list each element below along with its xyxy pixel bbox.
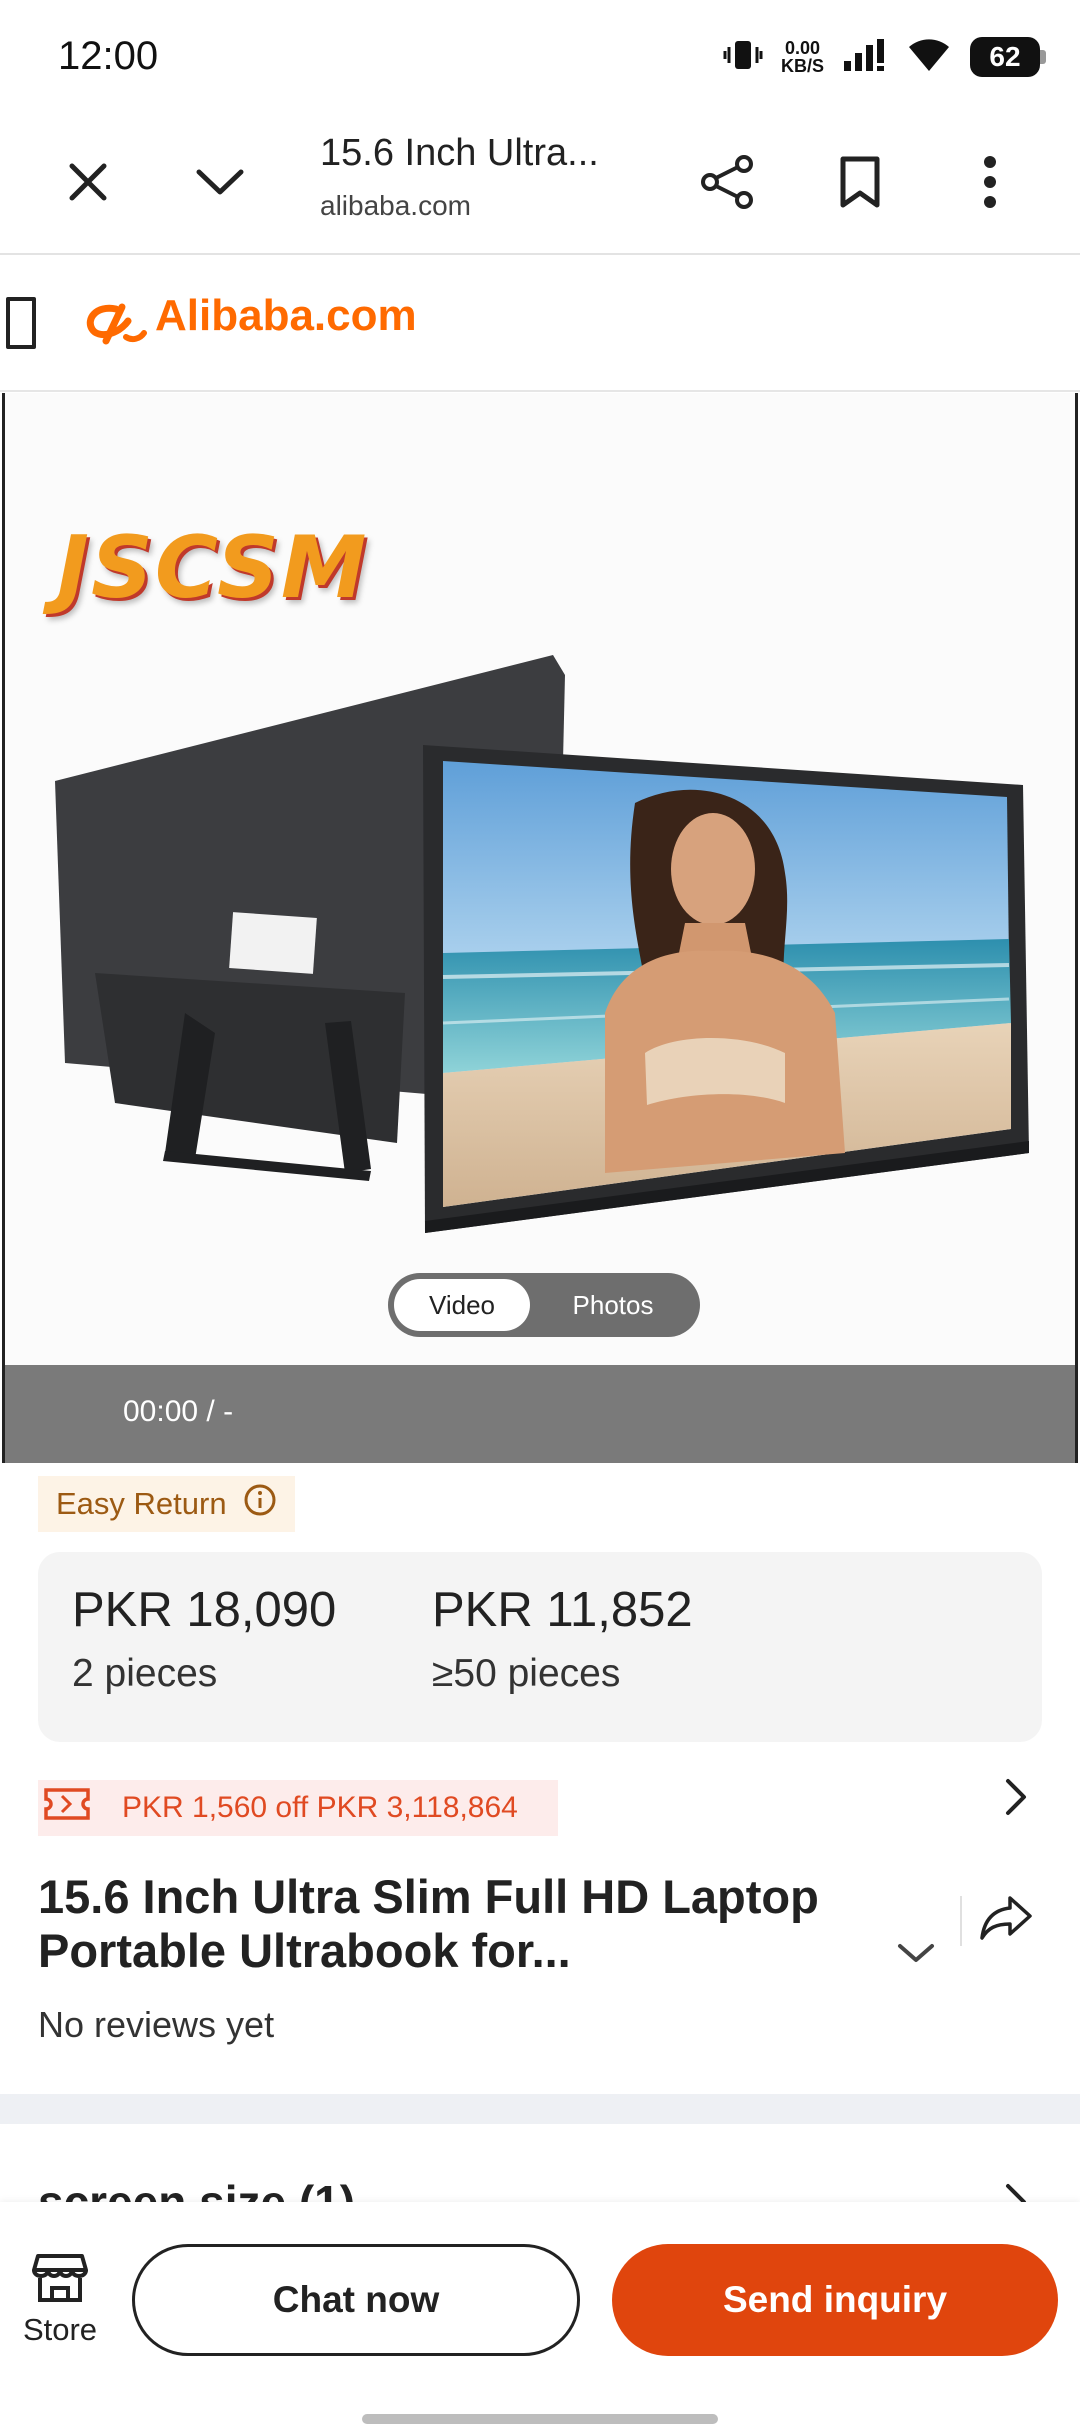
close-icon[interactable] bbox=[56, 150, 120, 214]
status-bar: 12:00 0.00 KB/S 62 bbox=[0, 0, 1080, 110]
bookmark-icon[interactable] bbox=[828, 150, 892, 214]
tab-photos[interactable]: Photos bbox=[538, 1279, 688, 1331]
share-product-icon[interactable] bbox=[978, 1892, 1034, 1949]
chevron-down-icon[interactable] bbox=[188, 150, 252, 214]
easy-return-badge[interactable]: Easy Return bbox=[38, 1476, 295, 1532]
brand-logo: JSCSM bbox=[57, 518, 369, 618]
browser-toolbar: 15.6 Inch Ultra... alibaba.com bbox=[0, 110, 1080, 255]
more-options-icon[interactable] bbox=[958, 150, 1022, 214]
reviews-text[interactable]: No reviews yet bbox=[38, 2004, 274, 2046]
vibrate-icon bbox=[723, 35, 763, 80]
menu-icon[interactable] bbox=[6, 297, 36, 349]
qty-tier-1: 2 pieces bbox=[72, 1652, 218, 1695]
coupon-text: PKR 1,560 off PKR 3,118,864 bbox=[122, 1791, 518, 1824]
signal-icon bbox=[842, 35, 888, 80]
chevron-right-icon[interactable] bbox=[996, 1775, 1036, 1824]
battery-indicator: 62 bbox=[970, 37, 1046, 77]
product-title: 15.6 Inch Ultra Slim Full HD Laptop Port… bbox=[38, 1870, 819, 1977]
price-tier-1: PKR 18,090 bbox=[72, 1583, 337, 1637]
send-inquiry-button[interactable]: Send inquiry bbox=[612, 2244, 1058, 2356]
page-title[interactable]: 15.6 Inch Ultra... bbox=[320, 132, 599, 175]
video-time: 00:00 / - bbox=[123, 1395, 234, 1428]
status-time: 12:00 bbox=[58, 34, 159, 78]
tab-video[interactable]: Video bbox=[394, 1279, 530, 1331]
share-icon[interactable] bbox=[696, 150, 760, 214]
home-indicator[interactable] bbox=[362, 2414, 718, 2424]
section-divider bbox=[0, 2094, 1080, 2124]
store-label: Store bbox=[22, 2312, 98, 2347]
price-card: PKR 18,090 2 pieces PKR 11,852 ≥50 piece… bbox=[38, 1552, 1042, 1742]
qty-tier-2: ≥50 pieces bbox=[432, 1652, 621, 1695]
status-icons: 0.00 KB/S 62 bbox=[723, 32, 1046, 82]
product-media[interactable]: JSCSM Video Photos 00:00 / - bbox=[2, 393, 1078, 1463]
video-controls[interactable]: 00:00 / - bbox=[5, 1365, 1075, 1463]
price-tier-2: PKR 11,852 bbox=[432, 1583, 693, 1637]
media-toggle: Video Photos bbox=[388, 1273, 700, 1337]
alibaba-wordmark[interactable]: Alibaba.com bbox=[155, 291, 417, 341]
divider bbox=[960, 1896, 962, 1946]
wifi-icon bbox=[906, 35, 952, 80]
site-header: Alibaba.com bbox=[0, 257, 1080, 392]
chat-now-button[interactable]: Chat now bbox=[132, 2244, 580, 2356]
expand-title-icon[interactable] bbox=[894, 1938, 938, 1973]
page-domain[interactable]: alibaba.com bbox=[320, 190, 471, 222]
coupon-icon bbox=[42, 1784, 92, 1832]
bottom-action-bar: Store Chat now Send inquiry bbox=[0, 2202, 1080, 2436]
store-button[interactable]: Store bbox=[12, 2250, 108, 2360]
network-speed: 0.00 KB/S bbox=[780, 38, 824, 76]
store-icon bbox=[12, 2250, 108, 2312]
info-icon[interactable] bbox=[243, 1483, 277, 1525]
easy-return-label: Easy Return bbox=[56, 1486, 227, 1521]
coupon-banner[interactable]: PKR 1,560 off PKR 3,118,864 bbox=[38, 1780, 558, 1836]
product-image bbox=[55, 655, 1029, 1233]
alibaba-logo-icon[interactable] bbox=[82, 299, 148, 352]
